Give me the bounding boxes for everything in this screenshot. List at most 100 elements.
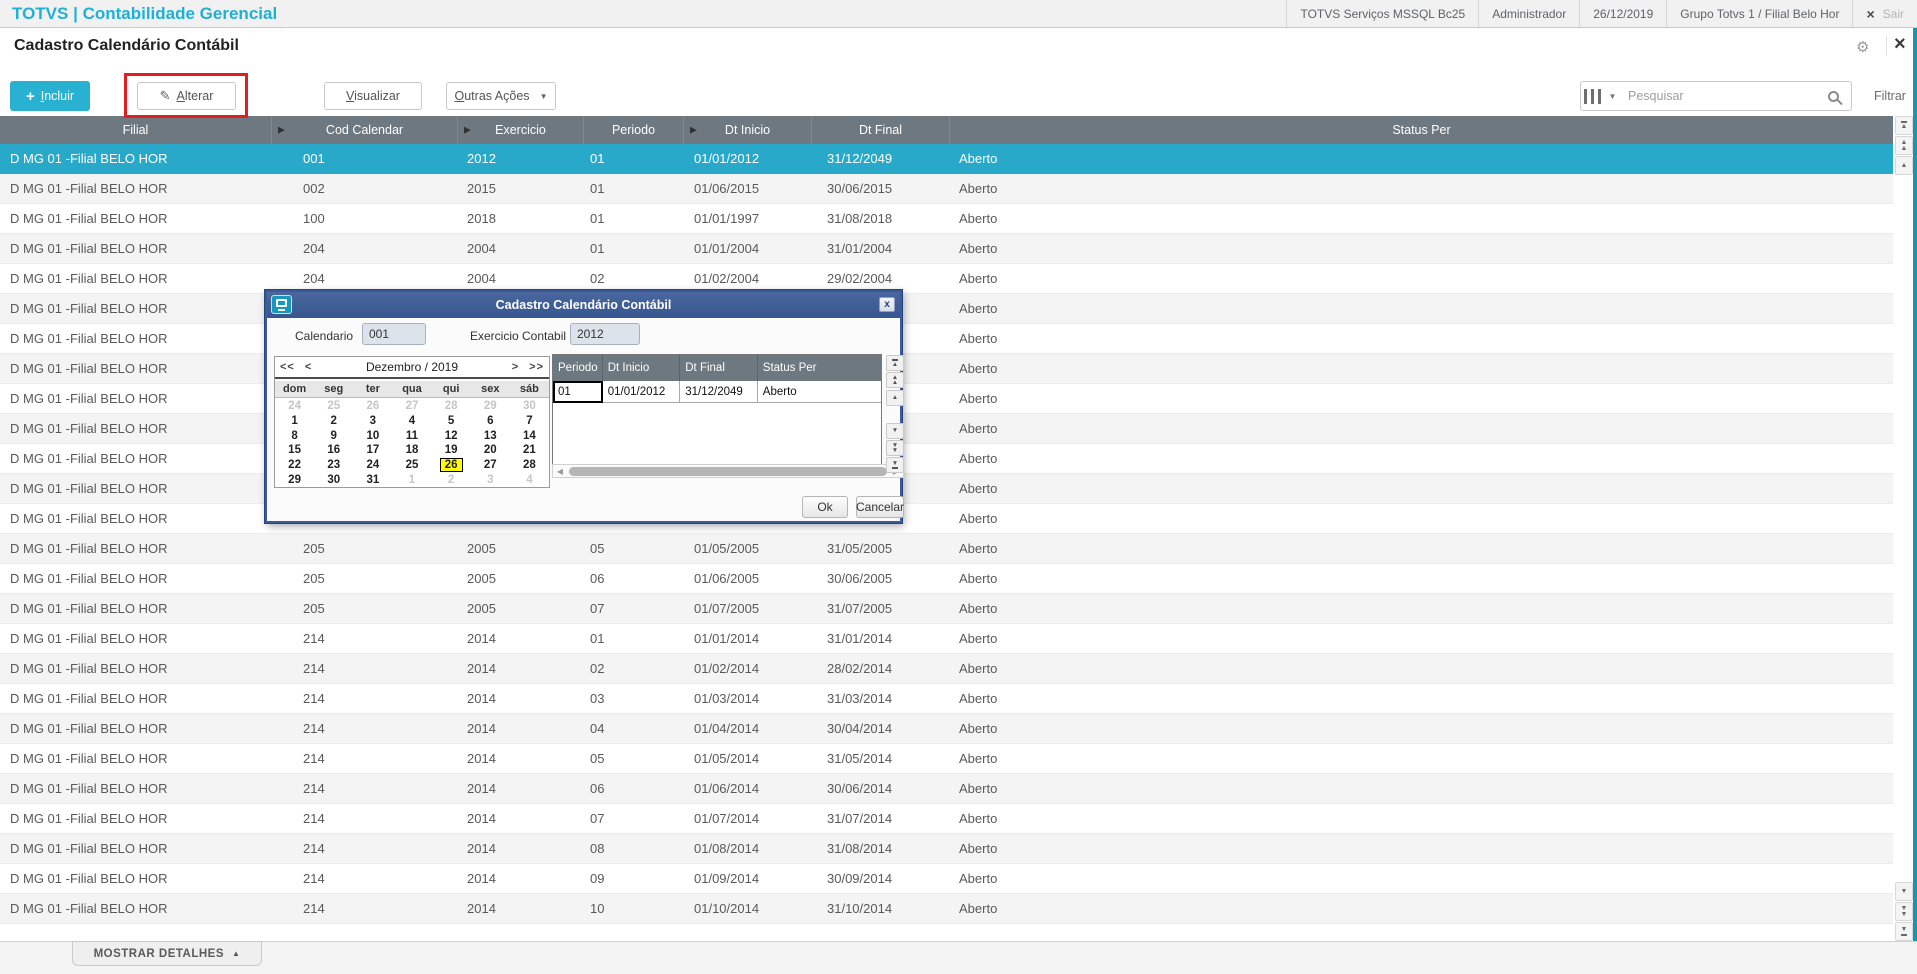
scroll-down-button[interactable]: ▼: [886, 423, 904, 439]
search-icon[interactable]: [1828, 90, 1839, 102]
calendar-day[interactable]: 8: [275, 428, 314, 443]
mostrar-detalhes-button[interactable]: MOSTRAR DETALHES ▲: [72, 941, 262, 966]
column-header-dt-final[interactable]: Dt Final: [812, 116, 950, 144]
scroll-top-button[interactable]: ▲: [1895, 116, 1913, 135]
table-row[interactable]: D MG 01 -Filial BELO HOR 214 2014 10 01/10/2…: [0, 894, 1893, 924]
search-input[interactable]: [1619, 89, 1828, 103]
user-label[interactable]: Administrador: [1478, 0, 1579, 27]
calendar-day[interactable]: 30: [314, 472, 353, 487]
modal-titlebar[interactable]: Cadastro Calendário Contábil x: [267, 292, 900, 318]
page-close-icon[interactable]: ×: [1894, 33, 1906, 56]
cancelar-button[interactable]: Cancelar: [856, 496, 904, 518]
next-month-button[interactable]: >: [507, 361, 524, 373]
table-row[interactable]: D MG 01 -Filial BELO HOR 204 2004 01 01/01/2…: [0, 234, 1893, 264]
calendar-day[interactable]: 10: [353, 428, 392, 443]
calendar-day[interactable]: 1: [392, 472, 431, 487]
table-row[interactable]: D MG 01 -Filial BELO HOR 214 2014 05 01/05/2…: [0, 744, 1893, 774]
scroll-dbl-up-button[interactable]: ▲ ▲: [1895, 136, 1913, 155]
calendar-day[interactable]: 27: [392, 399, 431, 414]
calendar-day[interactable]: 21: [510, 443, 549, 458]
group-branch-label[interactable]: Grupo Totvs 1 / Filial Belo Hor: [1666, 0, 1852, 27]
prev-year-button[interactable]: <<: [275, 361, 300, 373]
period-row[interactable]: 01 01/01/2012 31/12/2049 Aberto: [553, 381, 881, 403]
calendar-day[interactable]: 4: [510, 472, 549, 487]
date-label[interactable]: 26/12/2019: [1579, 0, 1666, 27]
filtrar-link[interactable]: Filtrar: [1874, 89, 1906, 103]
scroll-left-icon[interactable]: ◀: [553, 467, 567, 476]
scroll-dbl-up-button[interactable]: ▲ ▲: [886, 372, 904, 388]
calendar-day[interactable]: 13: [471, 428, 510, 443]
scroll-top-button[interactable]: ▲: [886, 355, 904, 371]
calendar-day[interactable]: 23: [314, 458, 353, 473]
calendar-day[interactable]: 11: [392, 428, 431, 443]
calendar-day[interactable]: 14: [510, 428, 549, 443]
period-column-header-status-per[interactable]: Status Per: [758, 355, 881, 381]
calendar-day[interactable]: 29: [275, 472, 314, 487]
table-row[interactable]: D MG 01 -Filial BELO HOR 214 2014 06 01/06/2…: [0, 774, 1893, 804]
calendar-day[interactable]: 3: [353, 414, 392, 429]
calendar-day[interactable]: 22: [275, 458, 314, 473]
logout-button[interactable]: × Sair: [1852, 0, 1917, 27]
table-row[interactable]: D MG 01 -Filial BELO HOR 205 2005 07 01/07/2…: [0, 594, 1893, 624]
calendar-day[interactable]: 2: [432, 472, 471, 487]
outras-acoes-button[interactable]: Outras Ações ▼: [446, 82, 556, 110]
table-row[interactable]: D MG 01 -Filial BELO HOR 214 2014 07 01/07/2…: [0, 804, 1893, 834]
table-row[interactable]: D MG 01 -Filial BELO HOR 214 2014 04 01/04/2…: [0, 714, 1893, 744]
calendar-day[interactable]: 25: [392, 458, 431, 473]
scroll-bottom-button[interactable]: ▼: [886, 457, 904, 473]
calendar-day[interactable]: 4: [392, 414, 431, 429]
table-row[interactable]: D MG 01 -Filial BELO HOR 205 2005 05 01/05/2…: [0, 534, 1893, 564]
column-header-dt-inicio[interactable]: ▶ Dt Inicio: [684, 116, 812, 144]
calendar-day[interactable]: 9: [314, 428, 353, 443]
prev-month-button[interactable]: <: [300, 361, 317, 373]
incluir-button[interactable]: + Incluir: [10, 81, 90, 111]
calendar-day[interactable]: 28: [432, 399, 471, 414]
scroll-up-button[interactable]: ▲: [1895, 156, 1913, 175]
scroll-dbl-down-button[interactable]: ▼ ▼: [886, 440, 904, 456]
calendar-day[interactable]: 30: [510, 399, 549, 414]
calendar-day[interactable]: 16: [314, 443, 353, 458]
table-row[interactable]: D MG 01 -Filial BELO HOR 214 2014 01 01/01/2…: [0, 624, 1893, 654]
ok-button[interactable]: Ok: [802, 496, 848, 518]
table-row[interactable]: D MG 01 -Filial BELO HOR 214 2014 02 01/02/2…: [0, 654, 1893, 684]
scroll-dbl-down-button[interactable]: ▼ ▼: [1895, 902, 1913, 921]
scroll-up-button[interactable]: ▲: [886, 390, 904, 406]
calendar-day[interactable]: 24: [353, 458, 392, 473]
column-header-filial[interactable]: Filial: [0, 116, 272, 144]
calendar-day[interactable]: 27: [471, 458, 510, 473]
column-header-cod-calendar[interactable]: ▶ Cod Calendar: [272, 116, 458, 144]
table-row[interactable]: D MG 01 -Filial BELO HOR 002 2015 01 01/06/2…: [0, 174, 1893, 204]
table-row[interactable]: D MG 01 -Filial BELO HOR 214 2014 08 01/08/2…: [0, 834, 1893, 864]
column-header-exercicio[interactable]: ▶ Exercicio: [458, 116, 584, 144]
calendar-day[interactable]: 15: [275, 443, 314, 458]
calendar-day[interactable]: 26: [353, 399, 392, 414]
calendar-day[interactable]: 3: [471, 472, 510, 487]
period-column-header-dt-final[interactable]: Dt Final: [680, 355, 758, 381]
modal-close-icon[interactable]: x: [879, 297, 895, 312]
calendar-day[interactable]: 28: [510, 458, 549, 473]
calendar-day[interactable]: 12: [432, 428, 471, 443]
table-row[interactable]: D MG 01 -Filial BELO HOR 001 2012 01 01/01/2…: [0, 144, 1893, 174]
calendario-field[interactable]: [362, 323, 426, 345]
calendar-day[interactable]: 19: [432, 443, 471, 458]
calendar-day[interactable]: 18: [392, 443, 431, 458]
calendar-day[interactable]: 31: [353, 472, 392, 487]
calendar-day[interactable]: 2: [314, 414, 353, 429]
table-row[interactable]: D MG 01 -Filial BELO HOR 214 2014 03 01/03/2…: [0, 684, 1893, 714]
column-header-periodo[interactable]: Periodo: [584, 116, 684, 144]
scroll-down-button[interactable]: ▼: [1895, 882, 1913, 901]
table-row[interactable]: D MG 01 -Filial BELO HOR 214 2014 09 01/09/2…: [0, 864, 1893, 894]
calendar-day[interactable]: 24: [275, 399, 314, 414]
calendar-day[interactable]: 5: [432, 414, 471, 429]
calendar-day[interactable]: 20: [471, 443, 510, 458]
alterar-button[interactable]: ✎ Alterar: [137, 82, 236, 110]
table-row[interactable]: D MG 01 -Filial BELO HOR 100 2018 01 01/01/1…: [0, 204, 1893, 234]
calendar-day[interactable]: 1: [275, 414, 314, 429]
gear-icon[interactable]: ⚙: [1856, 38, 1869, 56]
calendar-day[interactable]: 7: [510, 414, 549, 429]
exercicio-field[interactable]: [570, 323, 640, 345]
period-column-header-periodo[interactable]: Periodo: [553, 355, 603, 381]
hscroll-thumb[interactable]: [569, 466, 887, 476]
column-header-status-per[interactable]: Status Per: [950, 116, 1893, 144]
column-config-button[interactable]: ▼: [1580, 81, 1620, 111]
